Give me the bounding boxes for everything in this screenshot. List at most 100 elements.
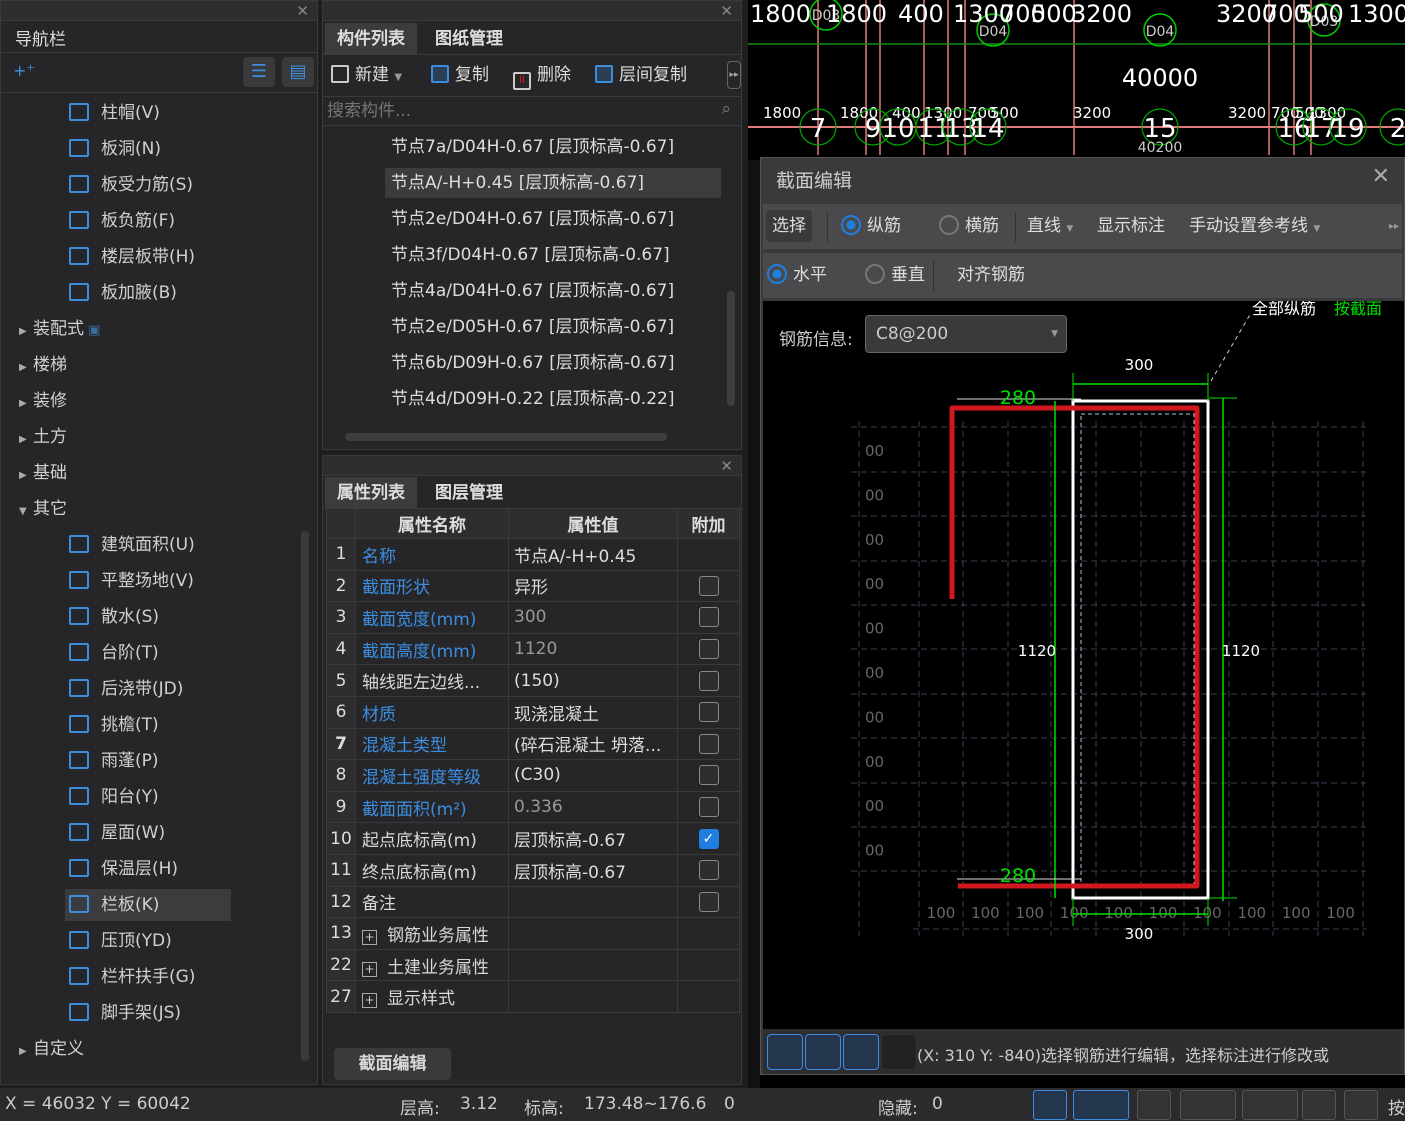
detail-view-icon[interactable]: ▤	[282, 57, 314, 87]
show-dims-button[interactable]: 显示标注	[1097, 204, 1165, 249]
floor-copy-button[interactable]: 层间复制	[595, 59, 687, 91]
close-icon[interactable]: ✕	[720, 457, 733, 475]
perpendicular-icon[interactable]	[843, 1034, 879, 1070]
close-icon[interactable]: ✕	[720, 2, 733, 20]
property-row[interactable]: 8 混凝土强度等级 (C30)	[326, 759, 740, 792]
align-rebar-button[interactable]: 对齐钢筋	[957, 253, 1025, 298]
property-value[interactable]: 层顶标高-0.67	[508, 853, 678, 887]
nav-item[interactable]: 楼层板带(H)	[69, 241, 195, 273]
nav-item[interactable]: 板负筋(F)	[69, 205, 175, 237]
nav-item[interactable]: 板洞(N)	[69, 133, 161, 165]
checkbox-checked-icon[interactable]: ✓	[698, 828, 719, 849]
transverse-radio[interactable]: 横筋	[939, 204, 999, 249]
nav-item[interactable]: 雨蓬(P)	[69, 745, 159, 777]
checkbox-icon[interactable]	[698, 607, 719, 628]
add-icon[interactable]: +⁺	[13, 61, 35, 80]
component-list-item[interactable]: 节点A/-H+0.45 [层顶标高-0.67]	[385, 168, 721, 198]
angle-icon[interactable]	[1180, 1090, 1236, 1120]
more-icon[interactable]: ▸▸	[1389, 204, 1399, 249]
section-canvas[interactable]: 00 00 00 00 00 00 00 00 00 00 100 100 100 100 100 100 10…	[763, 301, 1404, 1029]
property-value[interactable]: 300	[508, 601, 678, 634]
checkbox-icon[interactable]	[698, 575, 719, 596]
display-icon[interactable]	[1302, 1090, 1336, 1120]
longitudinal-radio[interactable]: 纵筋	[841, 204, 901, 249]
more-icon[interactable]: ▸▸	[727, 61, 741, 89]
add-point-icon[interactable]	[1242, 1090, 1298, 1120]
diagonal-line-icon[interactable]	[805, 1034, 841, 1070]
component-list-item[interactable]: 节点2e/D04H-0.67 [层顶标高-0.67]	[385, 204, 680, 234]
property-value[interactable]: 节点A/-H+0.45	[508, 538, 678, 571]
nav-group[interactable]: ▶ 装修	[19, 385, 67, 417]
search-input[interactable]	[327, 99, 707, 123]
component-list-item[interactable]: 节点6b/D09H-0.67 [层顶标高-0.67]	[385, 348, 680, 378]
nav-item[interactable]: 栏板(K)	[65, 889, 231, 921]
add-point-icon[interactable]	[881, 1034, 917, 1070]
close-icon[interactable]: ✕	[1372, 164, 1390, 189]
nav-item[interactable]: 板受力筋(S)	[69, 169, 193, 201]
property-row[interactable]: 5 轴线距左边线... (150)	[326, 664, 740, 697]
component-list-item[interactable]: 节点2e/D05H-0.67 [层顶标高-0.67]	[385, 312, 680, 342]
delete-button[interactable]: ll 删除	[513, 59, 571, 91]
property-row[interactable]: 9 截面面积(m²) 0.336	[326, 790, 740, 824]
horizontal-scrollbar[interactable]	[345, 433, 667, 441]
expand-icon[interactable]: +	[362, 961, 377, 977]
nav-item[interactable]: 后浇带(JD)	[69, 673, 183, 705]
tab-property-list[interactable]: 属性列表	[325, 477, 417, 509]
nav-item[interactable]: 板加腋(B)	[69, 277, 177, 309]
component-list-item[interactable]: 节点3f/D04H-0.67 [层顶标高-0.67]	[385, 240, 676, 270]
curve-icon[interactable]	[1344, 1090, 1378, 1120]
nav-group[interactable]: ▶ 基础	[19, 457, 67, 489]
property-value[interactable]: (C30)	[508, 759, 678, 792]
checkbox-icon[interactable]	[698, 733, 719, 754]
nav-group[interactable]: ▶ 自定义	[19, 1033, 84, 1065]
select-button[interactable]: 选择	[766, 210, 812, 242]
property-row[interactable]: 6 材质 现浇混凝土	[326, 695, 740, 729]
property-value[interactable]	[508, 948, 678, 982]
new-button[interactable]: 新建 ▼	[331, 59, 402, 91]
tab-component-list[interactable]: 构件列表	[325, 23, 417, 55]
cross-icon[interactable]	[1137, 1090, 1171, 1120]
nav-item[interactable]: 保温层(H)	[69, 853, 178, 885]
component-list-item[interactable]: 节点4d/D09H-0.22 [层顶标高-0.22]	[385, 384, 680, 414]
checkbox-icon[interactable]	[698, 639, 719, 660]
tab-drawing-management[interactable]: 图纸管理	[423, 23, 515, 55]
property-row[interactable]: 27 + 显示样式	[326, 980, 740, 1013]
manual-reference-line-dropdown[interactable]: 手动设置参考线 ▼	[1189, 204, 1320, 249]
orthogonal-mode-icon[interactable]	[1033, 1090, 1067, 1120]
property-value[interactable]	[508, 917, 678, 950]
component-list-item[interactable]: 节点7a/D04H-0.67 [层顶标高-0.67]	[385, 132, 680, 162]
nav-item[interactable]: 台阶(T)	[69, 637, 159, 669]
checkbox-icon[interactable]	[698, 860, 719, 881]
horizontal-radio[interactable]: 水平	[767, 253, 827, 298]
nav-group[interactable]: ▶ 楼梯	[19, 349, 67, 381]
property-row[interactable]: 3 截面宽度(mm) 300	[326, 601, 740, 634]
property-row[interactable]: 1 名称 节点A/-H+0.45	[326, 538, 740, 571]
checkbox-icon[interactable]	[698, 670, 719, 691]
nav-group[interactable]: ▶ 装配式 ▣	[19, 313, 100, 345]
property-row[interactable]: 12 备注	[326, 885, 740, 919]
property-value[interactable]: (碎石混凝土 坍落...	[508, 727, 678, 761]
property-value[interactable]: 1120	[508, 632, 678, 666]
line-dropdown[interactable]: 直线 ▼	[1027, 204, 1073, 249]
nav-item[interactable]: 平整场地(V)	[69, 565, 194, 597]
checkbox-icon[interactable]	[698, 702, 719, 723]
section-edit-button[interactable]: 截面编辑	[334, 1048, 451, 1080]
nav-item[interactable]: 散水(S)	[69, 601, 159, 633]
vertical-scrollbar[interactable]	[727, 291, 735, 406]
component-list-item[interactable]: 节点4a/D04H-0.67 [层顶标高-0.67]	[385, 276, 680, 306]
property-value[interactable]	[508, 980, 678, 1013]
nav-item[interactable]: 挑檐(T)	[69, 709, 159, 741]
checkbox-icon[interactable]	[698, 797, 719, 818]
nav-item[interactable]: 阳台(Y)	[69, 781, 159, 813]
property-value[interactable]: 层顶标高-0.67	[508, 822, 678, 855]
property-value[interactable]	[508, 885, 678, 919]
nav-item[interactable]: 屋面(W)	[69, 817, 165, 849]
property-row[interactable]: 22 + 土建业务属性	[326, 948, 740, 982]
property-row[interactable]: 2 截面形状 异形	[326, 569, 740, 603]
nav-item[interactable]: 压顶(YD)	[69, 925, 172, 957]
nav-item[interactable]: 脚手架(JS)	[69, 997, 181, 1029]
property-value[interactable]: (150)	[508, 664, 678, 697]
checkbox-icon[interactable]	[698, 891, 719, 912]
copy-button[interactable]: 复制	[431, 59, 489, 91]
nav-group[interactable]: ▶ 土方	[19, 421, 67, 453]
